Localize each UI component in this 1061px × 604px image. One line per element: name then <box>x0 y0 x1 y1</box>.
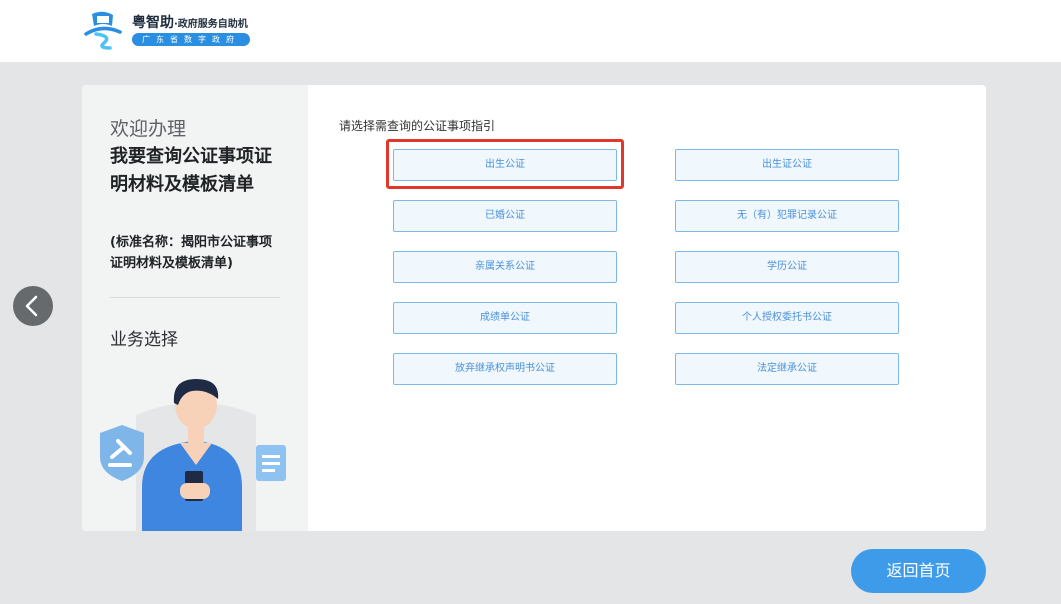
option-statutory-inheritance-notarization[interactable]: 法定继承公证 <box>675 353 899 385</box>
option-transcript-notarization[interactable]: 成绩单公证 <box>393 302 617 334</box>
brand-tagline: 广东省数字政府 <box>132 33 250 46</box>
brand-subtitle: ·政府服务自助机 <box>174 19 248 30</box>
page-title: 我要查询公证事项证明材料及模板清单 <box>110 146 272 195</box>
brand-title: 粤智助·政府服务自助机 <box>132 12 248 32</box>
option-birth-certificate-notarization[interactable]: 出生证公证 <box>675 149 899 181</box>
option-kinship-notarization[interactable]: 亲属关系公证 <box>393 251 617 283</box>
brand-name: 粤智助 <box>132 15 174 31</box>
main-card: 欢迎办理 我要查询公证事项证明材料及模板清单 (标准名称：揭阳市公证事项证明材料… <box>82 85 986 531</box>
option-education-notarization[interactable]: 学历公证 <box>675 251 899 283</box>
home-button[interactable]: 返回首页 <box>851 549 986 593</box>
top-header: 粤智助·政府服务自助机 广东省数字政府 <box>0 0 1061 62</box>
welcome-text: 欢迎办理 <box>110 118 187 140</box>
option-power-of-attorney-notarization[interactable]: 个人授权委托书公证 <box>675 302 899 334</box>
option-inheritance-waiver-notarization[interactable]: 放弃继承权声明书公证 <box>393 353 617 385</box>
divider <box>110 297 280 298</box>
back-button[interactable] <box>13 286 53 326</box>
yue-logo-icon <box>84 11 122 50</box>
chevron-left-icon <box>25 295 38 317</box>
option-criminal-record-notarization[interactable]: 无（有）犯罪记录公证 <box>675 200 899 232</box>
option-married-notarization[interactable]: 已婚公证 <box>393 200 617 232</box>
left-panel: 欢迎办理 我要查询公证事项证明材料及模板清单 (标准名称：揭阳市公证事项证明材料… <box>82 85 308 531</box>
selection-highlight <box>386 139 624 189</box>
standard-name: (标准名称：揭阳市公证事项证明材料及模板清单) <box>110 235 272 271</box>
section-label: 业务选择 <box>110 330 178 350</box>
options-prompt: 请选择需查询的公证事项指引 <box>339 119 496 133</box>
service-person-illustration <box>100 379 286 531</box>
